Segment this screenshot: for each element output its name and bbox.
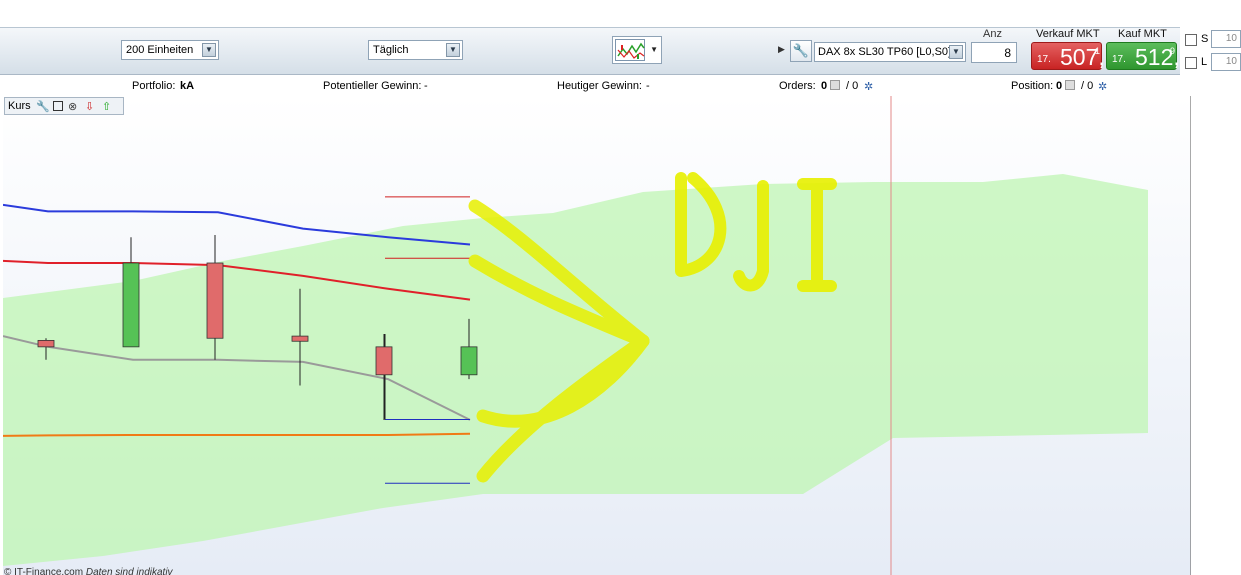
orders-close-icon[interactable] bbox=[830, 80, 840, 90]
footer: © IT-Finance.com Daten sind indikativ bbox=[4, 567, 173, 575]
chevron-down-icon[interactable]: ▼ bbox=[650, 45, 658, 54]
period-select-value: Täglich bbox=[373, 44, 409, 56]
move-up-icon[interactable]: ⇧ bbox=[102, 100, 111, 113]
status-bar: Portfolio: kA Potentieller Gewinn: - Heu… bbox=[0, 76, 1190, 96]
chevron-down-icon[interactable]: ▼ bbox=[446, 43, 460, 57]
potential-gain-value: - bbox=[424, 80, 428, 92]
expand-arrow-icon[interactable]: ▶ bbox=[778, 44, 785, 55]
gear-icon[interactable]: ✲ bbox=[864, 80, 873, 93]
chevron-down-icon[interactable]: ▼ bbox=[202, 43, 216, 57]
period-select[interactable]: Täglich ▼ bbox=[368, 40, 463, 60]
potential-gain-label: Potentieller Gewinn: bbox=[323, 80, 422, 92]
chart-panel-label: Kurs bbox=[8, 100, 31, 112]
today-gain-label: Heutiger Gewinn: bbox=[557, 80, 642, 92]
quantity-label: Anz bbox=[983, 28, 1002, 40]
footer-source: © IT-Finance.com bbox=[4, 567, 84, 575]
position-value: 0 bbox=[1056, 80, 1063, 92]
chart-type-button[interactable]: ▼ bbox=[612, 36, 662, 64]
stop-input[interactable]: 10 bbox=[1211, 30, 1241, 48]
buy-price-decimal: 9 bbox=[1170, 46, 1176, 56]
close-icon[interactable]: ⊗ bbox=[68, 100, 77, 113]
orders-label: Orders: bbox=[779, 80, 816, 92]
candle-body bbox=[460, 346, 478, 376]
orders-total: / 0 bbox=[846, 80, 859, 92]
portfolio-value: kA bbox=[180, 80, 195, 92]
gear-icon[interactable]: ✲ bbox=[1098, 80, 1107, 93]
chevron-down-icon[interactable]: ▼ bbox=[949, 45, 963, 59]
buy-label: Kauf MKT bbox=[1118, 28, 1167, 40]
price-chart[interactable]: 18.00017.90017.80017.70017.60017.50017.4… bbox=[3, 96, 1191, 575]
position-total: / 0 bbox=[1081, 80, 1094, 92]
candle-body bbox=[206, 262, 224, 339]
wrench-icon[interactable]: 🔧 bbox=[790, 40, 812, 62]
limit-input[interactable]: 10 bbox=[1211, 53, 1241, 71]
candle-body bbox=[37, 339, 55, 348]
footer-note: Daten sind indikativ bbox=[85, 567, 173, 575]
buy-price-prefix: 17. bbox=[1112, 54, 1126, 65]
orders-value: 0 bbox=[821, 80, 828, 92]
units-select-value: 200 Einheiten bbox=[126, 44, 194, 56]
sell-button[interactable]: 17. 507, 1 bbox=[1031, 42, 1105, 70]
today-gain-value: - bbox=[646, 80, 650, 92]
portfolio-label: Portfolio: bbox=[132, 80, 176, 92]
sell-price-decimal: 1 bbox=[1095, 46, 1101, 56]
stop-label: S bbox=[1201, 33, 1209, 45]
limit-checkbox[interactable] bbox=[1185, 57, 1197, 69]
instrument-select[interactable]: DAX 8x SL30 TP60 [L0,S0] ▼ bbox=[814, 42, 966, 62]
trading-window: 200 Einheiten ▼ Täglich ▼ ▼ ▶ 🔧 DAX 8x S… bbox=[0, 0, 1241, 575]
buy-button[interactable]: 17. 512, 9 bbox=[1106, 42, 1180, 70]
move-down-icon[interactable]: ⇩ bbox=[85, 100, 94, 113]
sell-price-prefix: 17. bbox=[1037, 54, 1051, 65]
limit-label: L bbox=[1201, 56, 1208, 68]
wrench-icon[interactable]: 🔧 bbox=[36, 100, 50, 113]
stop-checkbox[interactable] bbox=[1185, 34, 1197, 46]
position-close-icon[interactable] bbox=[1065, 80, 1075, 90]
maximize-icon[interactable] bbox=[53, 101, 63, 111]
quantity-input[interactable]: 8 bbox=[971, 42, 1017, 63]
position-label: Position: bbox=[1011, 80, 1054, 92]
candle-body bbox=[375, 346, 393, 376]
sell-label: Verkauf MKT bbox=[1036, 28, 1100, 40]
chart-indicator-icon bbox=[615, 39, 645, 61]
candle-body bbox=[122, 262, 140, 348]
instrument-value: DAX 8x SL30 TP60 [L0,S0] bbox=[818, 46, 952, 58]
chart-panel-toolbar: Kurs 🔧 ⊗ ⇩ ⇧ bbox=[4, 97, 124, 115]
candle-body bbox=[291, 335, 309, 342]
units-select[interactable]: 200 Einheiten ▼ bbox=[121, 40, 219, 60]
